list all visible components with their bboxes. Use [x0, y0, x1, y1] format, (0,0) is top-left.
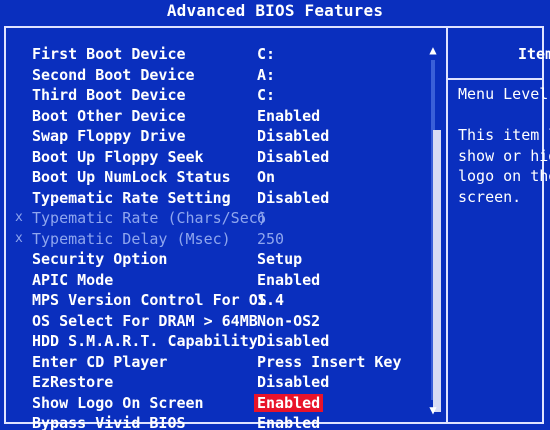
- setting-value[interactable]: Enabled: [254, 107, 323, 125]
- setting-label: Boot Up NumLock Status: [32, 168, 231, 186]
- setting-value: 6: [257, 209, 267, 227]
- setting-value[interactable]: Enabled: [254, 271, 323, 289]
- help-line: show or hide: [458, 146, 550, 165]
- disabled-marker-icon: x: [15, 210, 23, 225]
- scroll-down-icon[interactable]: ▼: [427, 404, 439, 416]
- setting-value[interactable]: Enabled: [254, 393, 324, 412]
- setting-value[interactable]: Press Insert Key: [254, 353, 405, 371]
- scrollbar[interactable]: ▲ ▼: [427, 44, 441, 416]
- setting-row[interactable]: Second Boot Device A:: [6, 65, 420, 86]
- scroll-up-icon[interactable]: ▲: [427, 44, 439, 56]
- setting-label: Typematic Delay (Msec): [32, 229, 231, 248]
- setting-value[interactable]: Enabled: [254, 414, 323, 430]
- help-line: screen.: [458, 187, 522, 206]
- setting-value[interactable]: A:: [254, 66, 278, 84]
- bios-frame: First Boot Device C: Second Boot Device A: T…: [4, 26, 550, 430]
- setting-row[interactable]: Bypass Vivid BIOS Enabled: [6, 413, 420, 430]
- setting-row[interactable]: Boot Other Device Enabled: [6, 106, 420, 127]
- disabled-marker-icon: x: [15, 230, 23, 246]
- setting-label: Enter CD Player: [32, 352, 168, 371]
- setting-label: MPS Version Control For OS: [32, 291, 267, 309]
- page-title: Advanced BIOS Features: [166, 1, 384, 20]
- item-help-title: Item: [518, 45, 550, 63]
- setting-label: Bypass Vivid BIOS: [32, 414, 186, 430]
- setting-value[interactable]: Setup: [254, 250, 305, 268]
- setting-row[interactable]: Swap Floppy Drive Disabled: [6, 126, 420, 147]
- setting-label: Security Option: [32, 250, 168, 268]
- setting-row[interactable]: Typematic Rate Setting Disabled: [6, 188, 420, 209]
- item-help-header: Item: [448, 28, 550, 80]
- menu-level-label: Menu Level: [458, 85, 549, 103]
- setting-value[interactable]: Disabled: [254, 127, 332, 145]
- setting-label: Boot Other Device: [32, 106, 186, 125]
- setting-label: Show Logo On Screen: [32, 393, 204, 412]
- setting-row[interactable]: Third Boot Device C:: [6, 85, 420, 106]
- setting-row[interactable]: Security Option Setup: [6, 249, 420, 270]
- setting-row[interactable]: First Boot Device C:: [6, 44, 420, 65]
- setting-value[interactable]: Non-OS2: [254, 312, 323, 330]
- scroll-thumb[interactable]: [433, 130, 441, 412]
- help-line: This item le: [458, 126, 550, 144]
- setting-label: Typematic Rate (Chars/Sec): [32, 209, 267, 227]
- setting-label: OS Select For DRAM > 64MB: [32, 311, 258, 330]
- setting-row[interactable]: Boot Up Floppy Seek Disabled: [6, 147, 420, 168]
- setting-label: APIC Mode: [32, 270, 114, 289]
- setting-value[interactable]: C:: [254, 86, 278, 104]
- setting-row[interactable]: MPS Version Control For OS 1.4: [6, 290, 420, 311]
- setting-value[interactable]: C:: [254, 45, 278, 63]
- scroll-rail[interactable]: [431, 60, 441, 412]
- setting-row[interactable]: APIC Mode Enabled: [6, 270, 420, 291]
- setting-label: Swap Floppy Drive: [32, 127, 186, 145]
- setting-row[interactable]: Enter CD Player Press Insert Key: [6, 352, 420, 373]
- help-description: This item le show or hide logo on the sc…: [458, 125, 550, 207]
- help-line: logo on the: [458, 167, 550, 185]
- setting-label: Third Boot Device: [32, 86, 186, 104]
- setting-row: x Typematic Delay (Msec) 250: [6, 229, 420, 250]
- settings-list: First Boot Device C: Second Boot Device A: T…: [6, 44, 420, 430]
- panel-divider: [446, 28, 448, 422]
- setting-label: Boot Up Floppy Seek: [32, 147, 204, 166]
- setting-value[interactable]: Disabled: [254, 332, 332, 350]
- setting-row[interactable]: Show Logo On Screen Enabled: [6, 393, 420, 414]
- setting-value: 250: [257, 229, 285, 248]
- setting-label: Second Boot Device: [32, 65, 195, 84]
- setting-value[interactable]: Disabled: [254, 148, 332, 166]
- setting-value[interactable]: 1.4: [254, 291, 287, 309]
- setting-value[interactable]: On: [254, 168, 278, 186]
- setting-value[interactable]: Disabled: [254, 373, 332, 391]
- setting-row: x Typematic Rate (Chars/Sec) 6: [6, 208, 420, 229]
- setting-row[interactable]: OS Select For DRAM > 64MB Non-OS2: [6, 311, 420, 332]
- setting-row[interactable]: Boot Up NumLock Status On: [6, 167, 420, 188]
- setting-label: HDD S.M.A.R.T. Capability: [32, 332, 258, 350]
- setting-label: Typematic Rate Setting: [32, 188, 231, 207]
- setting-label: First Boot Device: [32, 45, 186, 63]
- setting-label: EzRestore: [32, 373, 114, 391]
- setting-value[interactable]: Disabled: [254, 189, 332, 207]
- setting-row[interactable]: EzRestore Disabled: [6, 372, 420, 393]
- setting-row[interactable]: HDD S.M.A.R.T. Capability Disabled: [6, 331, 420, 352]
- title-bar: Advanced BIOS Features: [0, 0, 550, 26]
